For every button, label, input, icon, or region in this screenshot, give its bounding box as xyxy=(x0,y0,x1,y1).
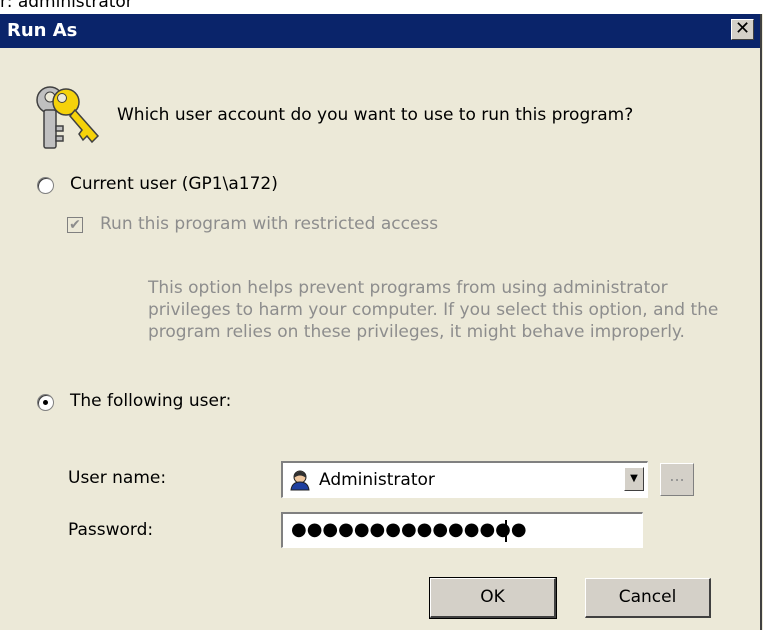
current-user-label[interactable]: Current user (GP1\a172) xyxy=(70,174,278,194)
question-text: Which user account do you want to use to… xyxy=(117,105,634,125)
checkmark-icon: ✔ xyxy=(69,217,81,233)
radio-selected-dot xyxy=(43,400,48,405)
user-name-combobox[interactable]: Administrator ▼ xyxy=(281,461,648,498)
browse-users-button[interactable]: ... xyxy=(660,463,694,496)
dialog-title: Run As xyxy=(7,20,78,41)
restricted-access-description: This option helps prevent programs from … xyxy=(148,278,719,342)
following-user-radio[interactable] xyxy=(37,394,54,411)
close-icon: ✕ xyxy=(734,18,751,39)
user-name-label: User name: xyxy=(68,468,167,488)
title-bar[interactable]: Run As ✕ xyxy=(0,14,760,48)
user-name-value: Administrator xyxy=(319,470,435,490)
password-label: Password: xyxy=(68,520,154,540)
text-caret xyxy=(505,520,507,542)
user-icon xyxy=(290,470,310,491)
keys-icon xyxy=(36,86,100,149)
password-mask: ●●●●●●●●●●●●●●● xyxy=(291,519,527,540)
background-window-strip: r: administrator xyxy=(0,0,763,14)
current-user-radio[interactable] xyxy=(37,177,54,194)
background-text: r: administrator xyxy=(0,0,133,12)
password-field[interactable]: ●●●●●●●●●●●●●●● xyxy=(281,512,643,548)
cancel-button[interactable]: Cancel xyxy=(585,578,711,618)
close-button[interactable]: ✕ xyxy=(731,19,754,40)
ok-button[interactable]: OK xyxy=(429,577,557,619)
following-user-label[interactable]: The following user: xyxy=(70,391,231,411)
restricted-access-label: Run this program with restricted access xyxy=(100,214,439,234)
restricted-access-checkbox[interactable]: ✔ xyxy=(67,217,83,233)
run-as-dialog: Run As ✕ Which user account do you want … xyxy=(0,14,762,630)
dropdown-arrow-icon[interactable]: ▼ xyxy=(624,467,644,491)
